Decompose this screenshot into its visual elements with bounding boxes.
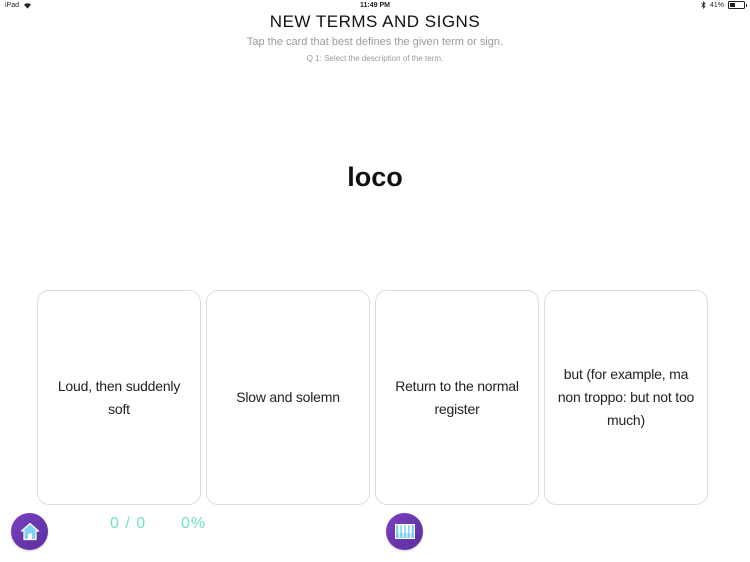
battery-level — [730, 3, 736, 7]
battery-percent: 41% — [709, 1, 724, 9]
answer-cards: Loud, then suddenly soft Slow and solemn… — [37, 290, 710, 507]
home-button[interactable] — [11, 513, 48, 550]
bluetooth-icon — [701, 1, 706, 9]
answer-card-3[interactable]: Return to the normal register — [375, 290, 539, 505]
page-subtitle: Tap the card that best defines the given… — [246, 36, 504, 48]
answer-card-1[interactable]: Loud, then suddenly soft — [37, 290, 201, 505]
piano-keyboard-icon — [394, 524, 415, 539]
quiz-screen: iPad 11:49 PM 41% NEW TERMS AND SIGNS Ta… — [0, 0, 750, 562]
question-term: loco — [347, 162, 403, 192]
answer-card-label: Loud, then suddenly soft — [57, 377, 181, 417]
status-bar: iPad 11:49 PM 41% — [0, 0, 750, 11]
piano-button[interactable] — [386, 513, 423, 550]
answer-card-label: but (for example, ma non troppo: but not… — [557, 366, 695, 428]
score-count: 0 / 0 — [110, 515, 147, 532]
score-percent: 0% — [181, 515, 207, 532]
battery-icon — [728, 1, 747, 9]
home-icon — [20, 522, 39, 541]
answer-card-2[interactable]: Slow and solemn — [206, 290, 370, 505]
page-title: NEW TERMS AND SIGNS — [269, 12, 481, 31]
answer-card-4[interactable]: but (for example, ma non troppo: but not… — [544, 290, 708, 505]
answer-card-label: Return to the normal register — [395, 377, 519, 417]
clock: 11:49 PM — [360, 2, 390, 9]
status-right: 41% — [701, 1, 747, 9]
answer-card-label: Slow and solemn — [236, 389, 340, 405]
question-instruction: Q 1: Select the description of the term. — [306, 54, 444, 63]
